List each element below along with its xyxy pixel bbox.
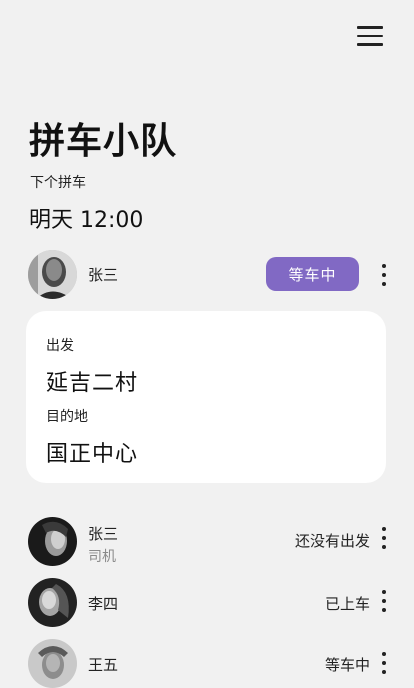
host-name: 张三 <box>88 266 119 284</box>
menu-line <box>357 43 383 46</box>
avatar-photo <box>28 517 77 566</box>
destination-value: 国正中心 <box>46 442 139 467</box>
page-title: 拼车小队 <box>29 121 178 162</box>
member-role: 司机 <box>88 549 116 565</box>
more-options-icon[interactable] <box>378 264 390 286</box>
departure-label: 出发 <box>46 338 74 354</box>
member-avatar[interactable] <box>28 578 77 627</box>
departure-value: 延吉二村 <box>46 371 139 396</box>
member-name: 张三 <box>88 525 119 543</box>
more-options-icon[interactable] <box>378 527 390 549</box>
next-ride-time: 明天 12:00 <box>29 208 144 233</box>
avatar-photo <box>28 578 77 627</box>
next-ride-label: 下个拼车 <box>30 175 86 191</box>
host-avatar[interactable] <box>28 250 77 299</box>
member-name: 王五 <box>88 656 119 674</box>
member-avatar[interactable] <box>28 639 77 688</box>
member-name: 李四 <box>88 595 119 613</box>
member-status: 已上车 <box>324 595 370 613</box>
waiting-status-button[interactable]: 等车中 <box>266 257 359 291</box>
avatar-photo <box>28 639 77 688</box>
route-card: 出发 延吉二村 目的地 国正中心 <box>26 311 386 483</box>
menu-line <box>357 26 383 29</box>
member-status: 还没有出发 <box>294 532 370 550</box>
member-status: 等车中 <box>324 656 370 674</box>
member-avatar[interactable] <box>28 517 77 566</box>
more-options-icon[interactable] <box>378 652 390 674</box>
destination-label: 目的地 <box>46 409 88 425</box>
hamburger-menu-icon[interactable] <box>357 26 383 46</box>
menu-line <box>357 34 383 38</box>
more-options-icon[interactable] <box>378 590 390 612</box>
avatar-photo <box>28 250 77 299</box>
